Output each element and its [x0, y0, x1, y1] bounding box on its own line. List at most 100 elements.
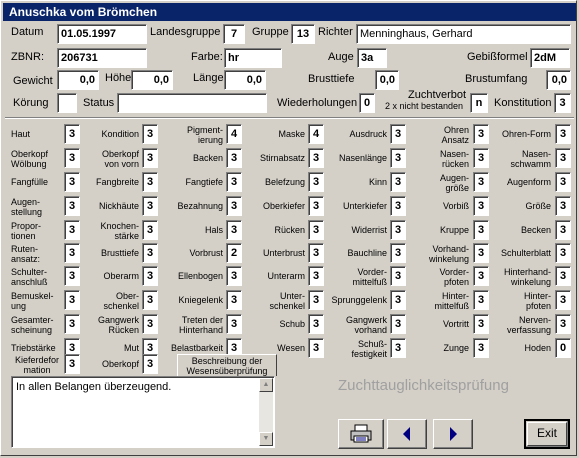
grid-field[interactable]: 3	[142, 290, 158, 310]
grid-field[interactable]: 3	[555, 124, 571, 144]
gebissformel-field[interactable]: 2dM	[530, 48, 570, 68]
richter-field[interactable]: Menninghaus, Gerhard	[356, 24, 571, 44]
grid-label: Widerrist	[351, 225, 388, 235]
laenge-field[interactable]: 0,0	[224, 70, 266, 90]
grid-field[interactable]: 4	[308, 124, 324, 144]
grid-field[interactable]: 3	[473, 148, 489, 168]
grid-field[interactable]: 3	[308, 338, 324, 358]
tab-wesensueberpruefung[interactable]: Beschreibung der Wesensüberprüfung	[177, 354, 277, 376]
farbe-field[interactable]: hr	[224, 48, 282, 68]
grid-field[interactable]: 3	[473, 124, 489, 144]
grid-field[interactable]: 3	[226, 314, 242, 334]
landesgruppe-field[interactable]: 7	[223, 24, 245, 44]
grid-field[interactable]: 3	[390, 290, 406, 310]
grid-field[interactable]: 3	[390, 220, 406, 240]
grid-field[interactable]: 3	[555, 290, 571, 310]
grid-field[interactable]: 3	[555, 243, 571, 263]
grid-field[interactable]: 3	[142, 196, 158, 216]
grid-field[interactable]: 3	[64, 148, 80, 168]
grid-field[interactable]: 3	[142, 243, 158, 263]
grid-field[interactable]: 0	[555, 338, 571, 358]
grid-field[interactable]: 3	[555, 266, 571, 286]
hoehe-field[interactable]: 0,0	[131, 70, 173, 90]
zuchtverbot-field[interactable]: n	[470, 93, 488, 113]
grid-field[interactable]: 3	[473, 172, 489, 192]
grid-field[interactable]: 3	[390, 172, 406, 192]
grid-field[interactable]: 3	[473, 338, 489, 358]
grid-field[interactable]: 3	[308, 243, 324, 263]
wiederholungen-field[interactable]: 0	[359, 93, 375, 113]
grid-field[interactable]: 3	[226, 220, 242, 240]
zbnr-field[interactable]: 206731	[57, 48, 147, 68]
grid-field[interactable]: 3	[226, 290, 242, 310]
grid-field[interactable]: 3	[64, 220, 80, 240]
grid-field[interactable]: 3	[390, 124, 406, 144]
grid-field[interactable]: 3	[555, 220, 571, 240]
grid-field[interactable]: 3	[390, 196, 406, 216]
grid-field[interactable]: 2	[226, 243, 242, 263]
print-button[interactable]	[338, 419, 384, 449]
grid-field[interactable]: 3	[555, 196, 571, 216]
konstitution-field[interactable]: 3	[554, 93, 571, 113]
grid-field[interactable]: 3	[308, 196, 324, 216]
grid-field[interactable]: 3	[308, 314, 324, 334]
grid-field[interactable]: 3	[142, 266, 158, 286]
grid-field[interactable]: 3	[390, 314, 406, 334]
grid-field[interactable]: 3	[473, 196, 489, 216]
grid-field[interactable]: 3	[390, 266, 406, 286]
grid-field[interactable]: 3	[226, 196, 242, 216]
grid-label: Backen	[192, 153, 223, 163]
koerung-field[interactable]	[57, 93, 77, 113]
grid-field[interactable]: 3	[142, 148, 158, 168]
grid-field[interactable]: 3	[226, 148, 242, 168]
grid-field[interactable]: 3	[64, 172, 80, 192]
grid-field[interactable]: 3	[390, 148, 406, 168]
grid-field[interactable]: 3	[226, 266, 242, 286]
grid-field[interactable]: 3	[473, 243, 489, 263]
grid-field[interactable]: 3	[308, 266, 324, 286]
grid-field[interactable]: 3	[64, 314, 80, 334]
grid-field[interactable]: 3	[308, 220, 324, 240]
grid-field[interactable]: 3	[308, 148, 324, 168]
exit-button[interactable]: Exit	[524, 419, 570, 449]
grid-field[interactable]: 3	[64, 196, 80, 216]
grid-field[interactable]: 3	[64, 290, 80, 310]
grid-field[interactable]: 3	[142, 314, 158, 334]
grid-field[interactable]: 3	[142, 220, 158, 240]
grid-field[interactable]: 3	[390, 243, 406, 263]
grid-field[interactable]: 3	[555, 172, 571, 192]
grid-field[interactable]: 3	[308, 172, 324, 192]
grid-field[interactable]: 3	[473, 266, 489, 286]
grid-field[interactable]: 3	[64, 124, 80, 144]
grid-label: Schulterblatt	[500, 248, 551, 258]
grid-field[interactable]: 3	[64, 266, 80, 286]
prev-record-button[interactable]	[387, 419, 427, 449]
brustumfang-field[interactable]: 0,0	[546, 70, 571, 90]
auge-field[interactable]: 3a	[357, 48, 387, 68]
gewicht-field[interactable]: 0,0	[57, 70, 99, 90]
scroll-down-icon[interactable]: ▼	[259, 432, 273, 446]
grid-field[interactable]: 3	[473, 314, 489, 334]
grid-field[interactable]: 3	[64, 243, 80, 263]
grid-field[interactable]: 3	[555, 148, 571, 168]
grid-field[interactable]: 3	[473, 290, 489, 310]
grid-field[interactable]: 3	[142, 124, 158, 144]
grid-field[interactable]: 3	[142, 172, 158, 192]
status-field[interactable]	[117, 93, 267, 113]
grid-field[interactable]: 3	[473, 220, 489, 240]
grid-field[interactable]: 3	[390, 338, 406, 358]
grid-field[interactable]: 3	[555, 314, 571, 334]
gruppe-field[interactable]: 13	[291, 24, 315, 44]
grid-field[interactable]: 3	[226, 172, 242, 192]
memo-scrollbar[interactable]: ▲ ▼	[259, 378, 273, 446]
brusttiefe-field[interactable]: 0,0	[375, 70, 399, 90]
grid-field[interactable]: 3	[308, 290, 324, 310]
scroll-up-icon[interactable]: ▲	[259, 378, 273, 392]
grid-field-kieferdeformation[interactable]: 3	[64, 354, 80, 374]
grid-field[interactable]: 4	[226, 124, 242, 144]
datum-field[interactable]: 01.05.1997	[57, 24, 147, 44]
next-record-button[interactable]	[433, 419, 473, 449]
grid-field-oberkopf[interactable]: 3	[142, 354, 158, 374]
description-memo[interactable]: In allen Belangen überzeugend. ▲ ▼	[11, 376, 275, 448]
grid-label: Ohren-Form	[501, 129, 551, 139]
